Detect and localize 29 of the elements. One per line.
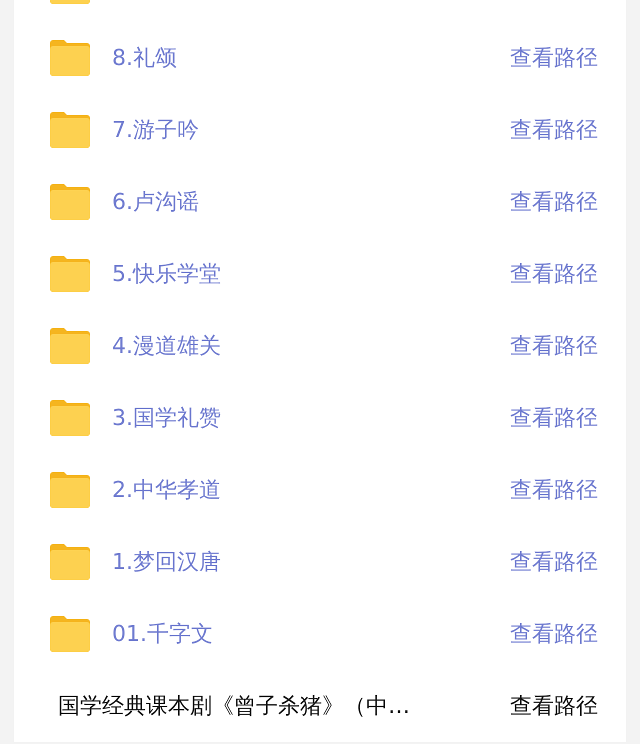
folder-icon: [50, 184, 90, 220]
folder-icon: [50, 616, 90, 652]
view-path-link[interactable]: 查看路径: [510, 259, 598, 289]
folder-icon: [50, 328, 90, 364]
view-path-link[interactable]: 查看路径: [510, 403, 598, 433]
folder-name[interactable]: 01.千字文: [112, 619, 510, 649]
folder-name[interactable]: 8.礼颂: [112, 43, 510, 73]
folder-name[interactable]: 4.漫道雄关: [112, 331, 510, 361]
folder-name[interactable]: 7.游子吟: [112, 115, 510, 145]
view-path-link[interactable]: 查看路径: [510, 691, 598, 721]
view-path-link[interactable]: 查看路径: [510, 619, 598, 649]
folder-icon: [50, 256, 90, 292]
folder-name[interactable]: 2.中华孝道: [112, 475, 510, 505]
folder-icon: [50, 112, 90, 148]
view-path-link[interactable]: 查看路径: [510, 547, 598, 577]
folder-icon: [50, 40, 90, 76]
folder-icon: [50, 472, 90, 508]
view-path-link[interactable]: 查看路径: [510, 475, 598, 505]
view-path-link[interactable]: 查看路径: [510, 187, 598, 217]
folder-name[interactable]: 1.梦回汉唐: [112, 547, 510, 577]
file-name[interactable]: 国学经典课本剧《曾子杀猪》（中…: [50, 691, 510, 721]
view-path-link[interactable]: 查看路径: [510, 43, 598, 73]
view-path-link[interactable]: 查看路径: [510, 115, 598, 145]
folder-name[interactable]: 3.国学礼赞: [112, 403, 510, 433]
folder-icon: [50, 400, 90, 436]
folder-name[interactable]: 5.快乐学堂: [112, 259, 510, 289]
folder-name[interactable]: 6.卢沟谣: [112, 187, 510, 217]
view-path-link[interactable]: 查看路径: [510, 331, 598, 361]
folder-icon: [50, 544, 90, 580]
